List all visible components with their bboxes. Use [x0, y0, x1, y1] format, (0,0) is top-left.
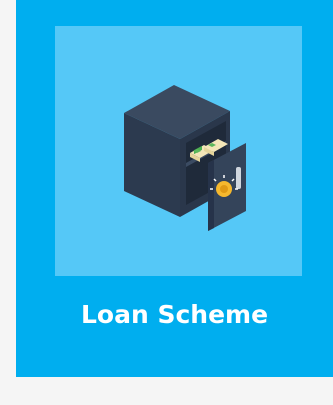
- icon-panel: [55, 26, 302, 276]
- open-safe-icon: [123, 85, 246, 231]
- loan-scheme-tile[interactable]: Loan Scheme: [16, 0, 333, 377]
- page: Loan Scheme: [0, 0, 333, 405]
- tile-label: Loan Scheme: [80, 300, 269, 329]
